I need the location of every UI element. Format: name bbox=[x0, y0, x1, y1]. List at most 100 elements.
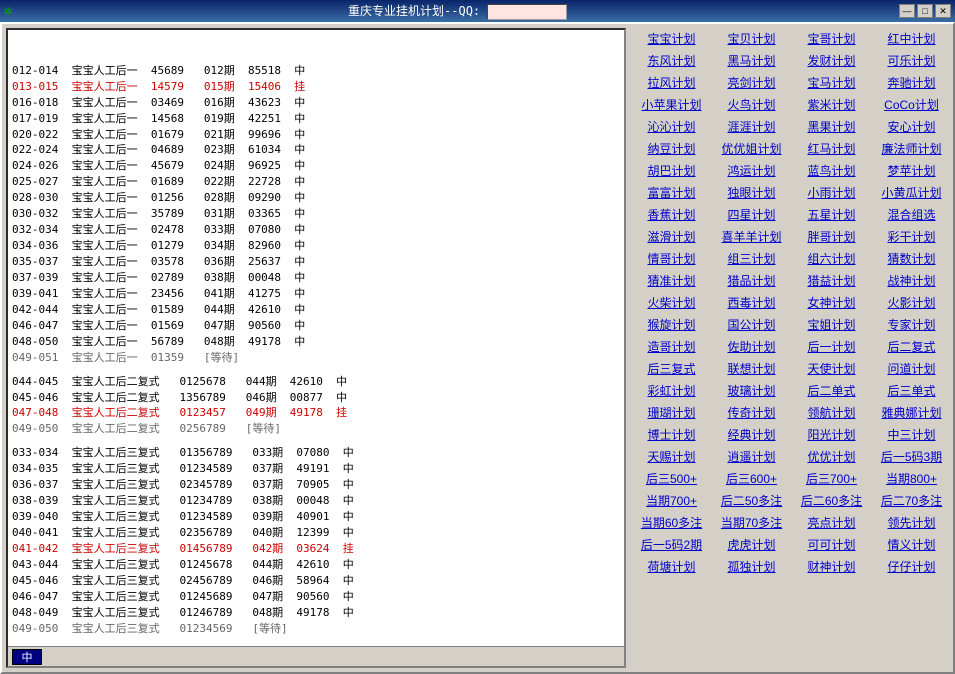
plan-link[interactable]: 玻璃计划 bbox=[712, 380, 791, 401]
plan-link[interactable]: 情义计划 bbox=[872, 534, 951, 555]
plan-link[interactable]: 中三计划 bbox=[872, 424, 951, 445]
minimize-button[interactable]: — bbox=[899, 4, 915, 18]
plan-link[interactable]: 造哥计划 bbox=[632, 336, 711, 357]
plan-link[interactable]: 天使计划 bbox=[792, 358, 871, 379]
plan-link[interactable]: 彩干计划 bbox=[872, 226, 951, 247]
plan-link[interactable]: 仔仔计划 bbox=[872, 556, 951, 577]
plan-link[interactable]: 拉风计划 bbox=[632, 72, 711, 93]
plan-link[interactable]: 宝姐计划 bbox=[792, 314, 871, 335]
plan-link[interactable]: 黑果计划 bbox=[792, 116, 871, 137]
plan-link[interactable]: 宝宝计划 bbox=[632, 28, 711, 49]
plan-link[interactable]: 纳豆计划 bbox=[632, 138, 711, 159]
plan-link[interactable]: 小雨计划 bbox=[792, 182, 871, 203]
plan-link[interactable]: 组三计划 bbox=[712, 248, 791, 269]
plan-link[interactable]: 小苹果计划 bbox=[632, 94, 711, 115]
plan-link[interactable]: 可乐计划 bbox=[872, 50, 951, 71]
plan-link[interactable]: 宝贝计划 bbox=[712, 28, 791, 49]
plan-link[interactable]: 红中计划 bbox=[872, 28, 951, 49]
plan-link[interactable]: 当期70多注 bbox=[712, 512, 791, 533]
plan-link[interactable]: 猜准计划 bbox=[632, 270, 711, 291]
plan-link[interactable]: 优优计划 bbox=[792, 446, 871, 467]
right-panel[interactable]: 宝宝计划宝贝计划宝哥计划红中计划东风计划黑马计划发财计划可乐计划拉风计划亮剑计划… bbox=[630, 24, 953, 672]
plan-link[interactable]: 战神计划 bbox=[872, 270, 951, 291]
plan-link[interactable]: 火影计划 bbox=[872, 292, 951, 313]
plan-link[interactable]: 孤独计划 bbox=[712, 556, 791, 577]
plan-link[interactable]: 沁沁计划 bbox=[632, 116, 711, 137]
plan-link[interactable]: 蓝鸟计划 bbox=[792, 160, 871, 181]
plan-link[interactable]: 四星计划 bbox=[712, 204, 791, 225]
plan-link[interactable]: 后三复式 bbox=[632, 358, 711, 379]
plan-link[interactable]: 猎品计划 bbox=[712, 270, 791, 291]
plan-link[interactable]: 雅典娜计划 bbox=[872, 402, 951, 423]
plan-link[interactable]: 猎益计划 bbox=[792, 270, 871, 291]
plan-link[interactable]: 后三500+ bbox=[632, 468, 711, 489]
plan-link[interactable]: 宝马计划 bbox=[792, 72, 871, 93]
plan-link[interactable]: 后三单式 bbox=[872, 380, 951, 401]
plan-link[interactable]: 问道计划 bbox=[872, 358, 951, 379]
plan-link[interactable]: 经典计划 bbox=[712, 424, 791, 445]
plan-link[interactable]: 传奇计划 bbox=[712, 402, 791, 423]
plan-link[interactable]: 发财计划 bbox=[792, 50, 871, 71]
plan-link[interactable]: 后二60多注 bbox=[792, 490, 871, 511]
plan-link[interactable]: 宝哥计划 bbox=[792, 28, 871, 49]
plan-link[interactable]: 联想计划 bbox=[712, 358, 791, 379]
plan-link[interactable]: 富富计划 bbox=[632, 182, 711, 203]
plan-link[interactable]: 当期700+ bbox=[632, 490, 711, 511]
plan-link[interactable]: 领先计划 bbox=[872, 512, 951, 533]
plan-link[interactable]: 专家计划 bbox=[872, 314, 951, 335]
plan-link[interactable]: 梦苹计划 bbox=[872, 160, 951, 181]
plan-link[interactable]: 五星计划 bbox=[792, 204, 871, 225]
plan-link[interactable]: 可可计划 bbox=[792, 534, 871, 555]
left-content-scroll[interactable]: 012-014 宝宝人工后一 45689 012期 85518 中013-015… bbox=[8, 30, 624, 646]
plan-link[interactable]: 猜数计划 bbox=[872, 248, 951, 269]
plan-link[interactable]: 廉法师计划 bbox=[872, 138, 951, 159]
plan-link[interactable]: CoCo计划 bbox=[872, 94, 951, 115]
plan-link[interactable]: 后一5码3期 bbox=[872, 446, 951, 467]
plan-link[interactable]: 组六计划 bbox=[792, 248, 871, 269]
plan-link[interactable]: 后二70多注 bbox=[872, 490, 951, 511]
plan-link[interactable]: 佐助计划 bbox=[712, 336, 791, 357]
plan-link[interactable]: 珊瑚计划 bbox=[632, 402, 711, 423]
plan-link[interactable]: 小黄瓜计划 bbox=[872, 182, 951, 203]
plan-link[interactable]: 西毒计划 bbox=[712, 292, 791, 313]
plan-link[interactable]: 后一5码2期 bbox=[632, 534, 711, 555]
plan-link[interactable]: 猴旋计划 bbox=[632, 314, 711, 335]
plan-link[interactable]: 后二复式 bbox=[872, 336, 951, 357]
plan-link[interactable]: 东风计划 bbox=[632, 50, 711, 71]
plan-link[interactable]: 当期800+ bbox=[872, 468, 951, 489]
plan-link[interactable]: 领航计划 bbox=[792, 402, 871, 423]
plan-link[interactable]: 火柴计划 bbox=[632, 292, 711, 313]
plan-link[interactable]: 当期60多注 bbox=[632, 512, 711, 533]
plan-link[interactable]: 香蕉计划 bbox=[632, 204, 711, 225]
plan-link[interactable]: 火鸟计划 bbox=[712, 94, 791, 115]
plan-link[interactable]: 胡巴计划 bbox=[632, 160, 711, 181]
plan-link[interactable]: 国公计划 bbox=[712, 314, 791, 335]
plan-link[interactable]: 黑马计划 bbox=[712, 50, 791, 71]
plan-link[interactable]: 财神计划 bbox=[792, 556, 871, 577]
plan-link[interactable]: 亮点计划 bbox=[792, 512, 871, 533]
plan-link[interactable]: 胖哥计划 bbox=[792, 226, 871, 247]
plan-link[interactable]: 虎虎计划 bbox=[712, 534, 791, 555]
plan-link[interactable]: 博士计划 bbox=[632, 424, 711, 445]
maximize-button[interactable]: □ bbox=[917, 4, 933, 18]
plan-link[interactable]: 亮剑计划 bbox=[712, 72, 791, 93]
plan-link[interactable]: 紫米计划 bbox=[792, 94, 871, 115]
plan-link[interactable]: 情哥计划 bbox=[632, 248, 711, 269]
close-button[interactable]: ✕ bbox=[935, 4, 951, 18]
plan-link[interactable]: 后三700+ bbox=[792, 468, 871, 489]
plan-link[interactable]: 优优姐计划 bbox=[712, 138, 791, 159]
plan-link[interactable]: 后二单式 bbox=[792, 380, 871, 401]
plan-link[interactable]: 彩虹计划 bbox=[632, 380, 711, 401]
plan-link[interactable]: 鸿运计划 bbox=[712, 160, 791, 181]
qq-input[interactable] bbox=[487, 4, 567, 20]
plan-link[interactable]: 涯涯计划 bbox=[712, 116, 791, 137]
plan-link[interactable]: 混合组选 bbox=[872, 204, 951, 225]
plan-link[interactable]: 奔驰计划 bbox=[872, 72, 951, 93]
plan-link[interactable]: 阳光计划 bbox=[792, 424, 871, 445]
plan-link[interactable]: 滋滑计划 bbox=[632, 226, 711, 247]
plan-link[interactable]: 喜羊羊计划 bbox=[712, 226, 791, 247]
plan-link[interactable]: 荷塘计划 bbox=[632, 556, 711, 577]
plan-link[interactable]: 天赐计划 bbox=[632, 446, 711, 467]
plan-link[interactable]: 后三600+ bbox=[712, 468, 791, 489]
plan-link[interactable]: 后二50多注 bbox=[712, 490, 791, 511]
